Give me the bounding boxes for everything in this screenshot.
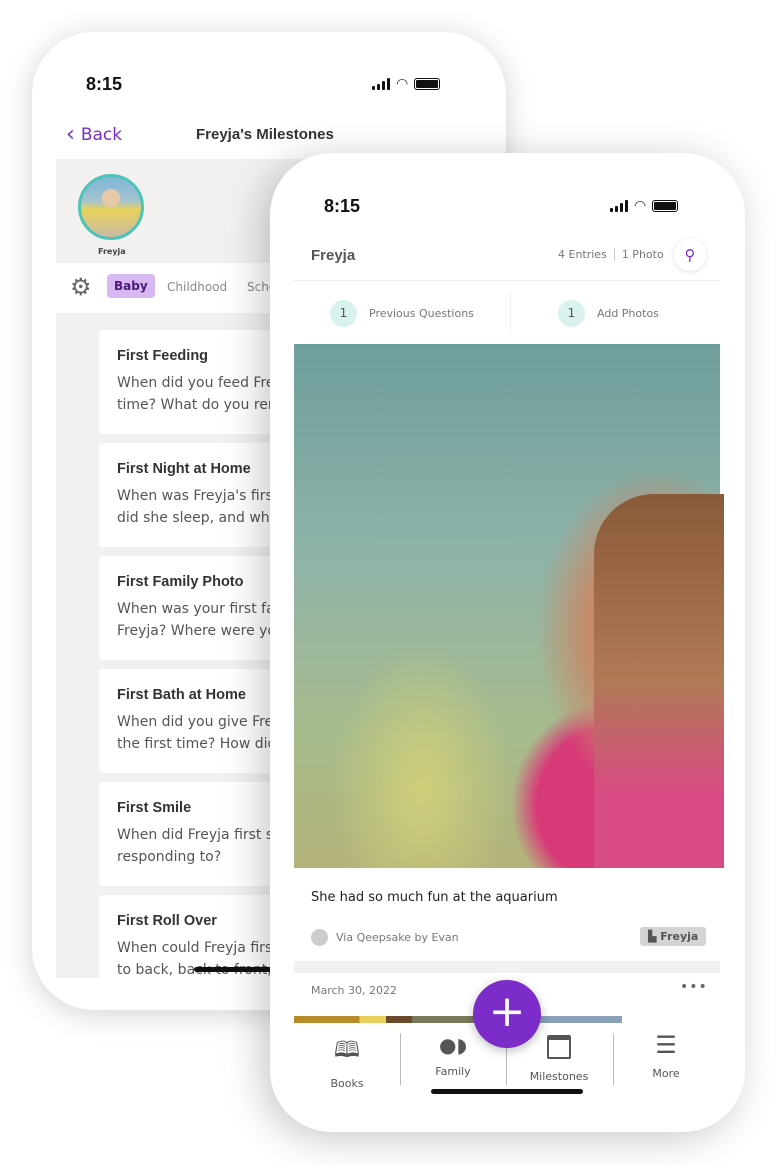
- comment-icon: [311, 929, 328, 946]
- wifi-icon: ◠: [396, 76, 409, 92]
- signal-icon: [610, 200, 628, 212]
- book-icon: ▙: [648, 930, 661, 943]
- chevron-left-icon: ‹: [66, 122, 75, 147]
- count-badge: 1: [330, 300, 357, 327]
- entry-stats: 4 Entries 1 Photo: [558, 248, 664, 261]
- wifi-icon: ◠: [634, 198, 647, 214]
- gear-icon[interactable]: ⚙: [70, 273, 92, 301]
- nav-more[interactable]: ☰ More: [613, 1033, 719, 1080]
- child-name: Freyja: [311, 247, 356, 264]
- tab-childhood[interactable]: Childhood: [167, 280, 227, 294]
- back-button[interactable]: ‹ Back: [66, 122, 122, 147]
- book-open-icon: 🕮: [334, 1038, 360, 1063]
- nav-label: Books: [330, 1077, 364, 1090]
- book-tag-label: Freyja: [660, 930, 699, 943]
- author-text: Via Qeepsake by Evan: [336, 931, 459, 944]
- divider: [294, 961, 720, 973]
- button-label: Add Photos: [597, 307, 659, 320]
- status-time: 8:15: [86, 74, 123, 94]
- battery-icon: [414, 78, 441, 90]
- entry-photo[interactable]: [294, 344, 724, 868]
- add-photos-button[interactable]: 1 Add Photos: [558, 300, 659, 327]
- menu-icon: ☰: [655, 1031, 677, 1059]
- back-label: Back: [80, 124, 123, 145]
- status-icons: ◠: [372, 76, 441, 92]
- page-title: Freyja's Milestones: [196, 126, 334, 143]
- add-entry-button[interactable]: +: [473, 980, 541, 1048]
- entry-author: Via Qeepsake by Evan: [311, 929, 459, 946]
- child-figure: [594, 494, 724, 868]
- count-badge: 1: [558, 300, 585, 327]
- more-options-icon[interactable]: •••: [680, 979, 708, 995]
- status-icons: ◠: [610, 198, 679, 214]
- home-indicator: [431, 1089, 583, 1094]
- entry-caption: She had so much fun at the aquarium: [311, 890, 558, 905]
- entries-count: 4 Entries: [558, 248, 607, 261]
- entry-date: March 30, 2022: [311, 984, 398, 997]
- book-tag[interactable]: ▙ Freyja: [640, 927, 707, 946]
- nav-label: More: [652, 1067, 680, 1080]
- tab-baby[interactable]: Baby: [107, 274, 155, 298]
- signal-icon: [372, 78, 390, 90]
- nav-label: Family: [435, 1065, 471, 1078]
- nav-label: Milestones: [529, 1070, 589, 1083]
- divider: [510, 293, 511, 333]
- photos-count: 1 Photo: [621, 248, 664, 261]
- previous-questions-button[interactable]: 1 Previous Questions: [330, 300, 474, 327]
- avatar[interactable]: [78, 174, 144, 240]
- divider: [294, 280, 720, 281]
- battery-icon: [652, 200, 679, 212]
- avatar-name: Freyja: [98, 247, 126, 256]
- plus-icon: +: [488, 986, 526, 1037]
- journal-phone: 8:15 ◠ Freyja 4 Entries 1 Photo ⚲ 1 Previ…: [270, 153, 745, 1132]
- button-label: Previous Questions: [369, 307, 474, 320]
- nav-books[interactable]: 🕮 Books: [294, 1033, 400, 1090]
- calendar-icon: [547, 1035, 571, 1059]
- search-button[interactable]: ⚲: [674, 239, 706, 271]
- status-time: 8:15: [324, 196, 361, 216]
- search-icon: ⚲: [684, 246, 696, 264]
